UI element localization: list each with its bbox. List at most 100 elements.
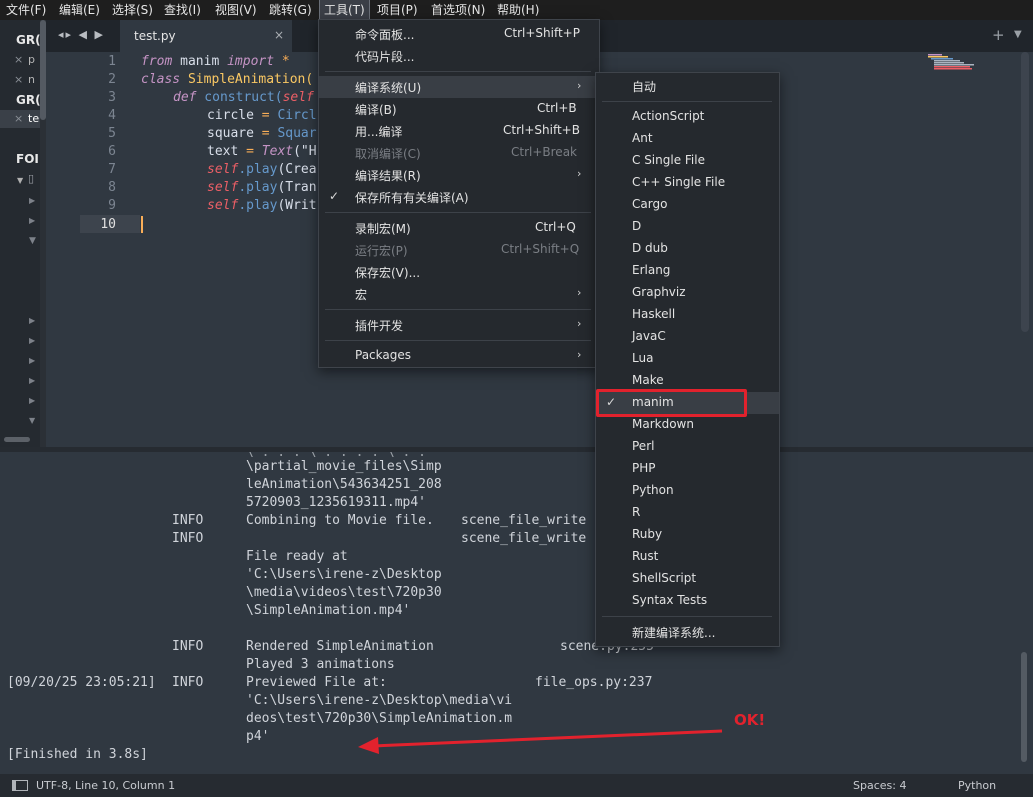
menu-file[interactable]: 文件(F): [6, 0, 46, 20]
menu-item-build-with[interactable]: 用...编译 Ctrl+Shift+B: [319, 120, 599, 142]
menu-help[interactable]: 帮助(H): [497, 0, 539, 20]
close-icon[interactable]: ×: [14, 112, 23, 125]
close-icon[interactable]: ×: [14, 73, 23, 86]
menu-item-record-macro[interactable]: 录制宏(M) Ctrl+Q: [319, 217, 599, 239]
menu-preferences[interactable]: 首选项(N): [431, 0, 485, 20]
menu-project[interactable]: 项目(P): [377, 0, 418, 20]
build-item[interactable]: Syntax Tests: [596, 590, 779, 612]
status-syntax[interactable]: Python: [958, 779, 996, 792]
output-line: 'C:\Users\irene-z\Desktop: [246, 567, 442, 582]
build-item-auto[interactable]: 自动: [596, 75, 779, 97]
build-item[interactable]: C Single File: [596, 150, 779, 172]
code-token: =: [261, 126, 270, 141]
sidebar-scrollbar[interactable]: [40, 20, 46, 447]
output-level: INFO: [172, 639, 204, 654]
code-token: manim: [172, 54, 228, 69]
build-item-new-build-system[interactable]: 新建编译系统...: [596, 621, 779, 643]
close-icon[interactable]: ×: [14, 53, 23, 66]
new-tab-icon[interactable]: +: [992, 26, 1005, 44]
chevron-down-icon[interactable]: ▼: [17, 176, 23, 185]
sidebar-file[interactable]: te: [28, 112, 39, 125]
menu-item-playback-macro[interactable]: 运行宏(P) Ctrl+Shift+Q: [319, 239, 599, 261]
output-source: file_ops.py:237: [535, 675, 653, 690]
menu-item-build-system[interactable]: 编译系统(U) ›: [319, 76, 599, 98]
menu-item-label: 自动: [632, 80, 657, 94]
build-item[interactable]: Haskell: [596, 304, 779, 326]
panel-toggle-icon[interactable]: [12, 780, 28, 791]
build-item[interactable]: Ruby: [596, 524, 779, 546]
menu-item-label: 取消编译(C): [355, 147, 421, 161]
menu-item-label: D: [632, 219, 642, 233]
code-line: circle = Circl: [207, 107, 317, 125]
menu-find[interactable]: 查找(I): [164, 0, 201, 20]
menu-item-label: 编译系统(U): [355, 81, 422, 95]
menu-item-save-all-on-build[interactable]: ✓ 保存所有有关编译(A): [319, 186, 599, 208]
code-token: .play: [238, 180, 278, 195]
sidebar-active-file[interactable]: × te: [0, 110, 40, 128]
build-item[interactable]: PHP: [596, 458, 779, 480]
status-indentation[interactable]: Spaces: 4: [853, 779, 906, 792]
build-item[interactable]: Rust: [596, 546, 779, 568]
build-item[interactable]: Perl: [596, 436, 779, 458]
chevron-right-icon[interactable]: ▶: [29, 216, 35, 225]
chevron-right-icon[interactable]: ▶: [29, 196, 35, 205]
chevron-right-icon[interactable]: ▶: [29, 336, 35, 345]
build-item[interactable]: ActionScript: [596, 106, 779, 128]
menu-tools[interactable]: 工具(T): [319, 0, 370, 21]
code-token: square: [207, 126, 262, 141]
tab-navigation-icon[interactable]: ◂▸ ◀ ▶: [58, 28, 105, 41]
chevron-right-icon: ›: [577, 317, 582, 330]
build-item[interactable]: Markdown: [596, 414, 779, 436]
chevron-down-icon[interactable]: ▼: [29, 236, 36, 246]
line-number: 2: [108, 72, 116, 87]
chevron-down-icon[interactable]: ▼: [1014, 29, 1022, 40]
build-item[interactable]: C++ Single File: [596, 172, 779, 194]
chevron-down-icon[interactable]: ▼: [29, 416, 35, 425]
output-scrollbar[interactable]: [1021, 652, 1027, 762]
menu-selection[interactable]: 选择(S): [112, 0, 153, 20]
menu-item-build[interactable]: 编译(B) Ctrl+B: [319, 98, 599, 120]
editor-scrollbar[interactable]: [1021, 52, 1029, 332]
menu-item-macros[interactable]: 宏 ›: [319, 283, 599, 305]
minimap[interactable]: [928, 54, 978, 70]
chevron-right-icon[interactable]: ▶: [29, 356, 35, 365]
menu-view[interactable]: 视图(V): [215, 0, 257, 20]
menu-item-packages[interactable]: Packages ›: [319, 345, 599, 367]
code-line: from manim import *: [141, 53, 290, 71]
build-item[interactable]: JavaC: [596, 326, 779, 348]
menu-item-snippets[interactable]: 代码片段...: [319, 45, 599, 67]
build-item[interactable]: Graphviz: [596, 282, 779, 304]
build-item[interactable]: Cargo: [596, 194, 779, 216]
build-item[interactable]: Lua: [596, 348, 779, 370]
build-item[interactable]: R: [596, 502, 779, 524]
menu-edit[interactable]: 编辑(E): [59, 0, 100, 20]
menu-goto[interactable]: 跳转(G): [269, 0, 312, 20]
close-icon[interactable]: ×: [274, 28, 284, 42]
menu-item-cancel-build[interactable]: 取消编译(C) Ctrl+Break: [319, 142, 599, 164]
build-item[interactable]: Erlang: [596, 260, 779, 282]
menu-item-command-palette[interactable]: 命令面板... Ctrl+Shift+P: [319, 23, 599, 45]
menu-item-build-results[interactable]: 编译结果(R) ›: [319, 164, 599, 186]
build-output-panel[interactable]: \ . . . \ . . . . \ . . \partial_movie_f…: [0, 452, 1033, 772]
line-number: 8: [108, 180, 116, 195]
menu-item-save-macro[interactable]: 保存宏(V)...: [319, 261, 599, 283]
chevron-right-icon[interactable]: ▶: [29, 316, 35, 325]
chevron-right-icon: ›: [577, 348, 582, 361]
sidebar-file[interactable]: n: [28, 73, 35, 86]
sidebar-horizontal-scrollbar[interactable]: [4, 437, 30, 442]
build-item[interactable]: ShellScript: [596, 568, 779, 590]
code-token: class: [141, 72, 181, 87]
status-position[interactable]: UTF-8, Line 10, Column 1: [36, 779, 175, 792]
annotation-arrow: [358, 729, 723, 754]
chevron-right-icon[interactable]: ▶: [29, 396, 35, 405]
line-number: 10: [100, 217, 116, 232]
build-item[interactable]: Ant: [596, 128, 779, 150]
menu-item-developer[interactable]: 插件开发 ›: [319, 314, 599, 336]
build-item[interactable]: D dub: [596, 238, 779, 260]
sidebar-file[interactable]: p: [28, 53, 35, 66]
chevron-right-icon[interactable]: ▶: [29, 376, 35, 385]
build-item[interactable]: D: [596, 216, 779, 238]
line-number: 5: [108, 126, 116, 141]
tab-test-py[interactable]: test.py ×: [120, 20, 292, 52]
build-item[interactable]: Python: [596, 480, 779, 502]
